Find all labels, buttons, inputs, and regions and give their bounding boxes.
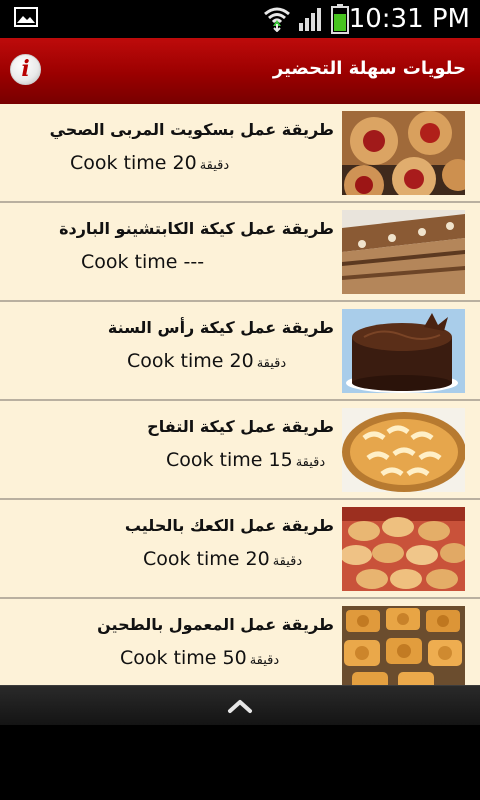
recipe-thumbnail-5 — [342, 507, 465, 591]
app-header: حلويات سهلة التحضير i — [0, 38, 480, 104]
recipe-row-6[interactable]: طريقة عمل المعمول بالطحين Cook time 50 دق… — [0, 599, 480, 685]
cook-time-label-3: Cook time 20 — [127, 350, 254, 372]
cook-time-label-5: Cook time 20 — [143, 548, 270, 570]
cook-time-label-1: Cook time 20 — [70, 152, 197, 174]
recipe-cook-time-1: Cook time 20 دقيقة — [70, 150, 229, 179]
info-button[interactable]: i — [10, 54, 41, 85]
chevron-up-icon — [228, 700, 252, 713]
recipe-row-4[interactable]: طريقة عمل كيكة التفاح Cook time 15 دقيقة — [0, 401, 480, 500]
recipe-thumbnail-6 — [342, 606, 465, 685]
cook-time-label-6: Cook time 50 — [120, 647, 247, 669]
recipe-thumbnail-1 — [342, 111, 465, 195]
cook-time-unit-4: دقيقة — [295, 455, 326, 470]
status-clock: 10:31 PM — [348, 4, 470, 34]
gallery-notification-icon — [14, 7, 38, 27]
cook-time-unit-1: دقيقة — [199, 158, 230, 173]
signal-icon — [299, 8, 321, 31]
cook-time-label-4: Cook time 15 — [166, 449, 293, 471]
recipe-cook-time-5: Cook time 20 دقيقة — [143, 546, 302, 575]
recipe-title-6: طريقة عمل المعمول بالطحين — [97, 615, 334, 634]
bottom-bar — [0, 685, 480, 725]
recipe-thumbnail-4 — [342, 408, 465, 492]
cook-time-label-2: Cook time --- — [81, 251, 205, 273]
recipe-row-1[interactable]: طريقة عمل بسكويت المربى الصحي Cook time … — [0, 104, 480, 203]
battery-icon — [331, 4, 349, 34]
recipe-cook-time-6: Cook time 50 دقيقة — [120, 645, 279, 674]
cook-time-unit-5: دقيقة — [272, 554, 303, 569]
cook-time-unit-3: دقيقة — [256, 356, 287, 371]
recipe-thumbnail-2 — [342, 210, 465, 294]
recipe-row-5[interactable]: طريقة عمل الكعك بالحليب Cook time 20 دقيق… — [0, 500, 480, 599]
scroll-top-button[interactable] — [225, 694, 255, 718]
recipe-title-4: طريقة عمل كيكة التفاح — [147, 417, 334, 436]
recipe-title-5: طريقة عمل الكعك بالحليب — [124, 516, 334, 535]
recipe-title-2: طريقة عمل كيكة الكابتشينو الباردة — [59, 219, 334, 238]
recipe-thumbnail-3 — [342, 309, 465, 393]
empty-area — [0, 725, 480, 800]
recipe-list[interactable]: طريقة عمل بسكويت المربى الصحي Cook time … — [0, 104, 480, 685]
cook-time-unit-6: دقيقة — [249, 653, 280, 668]
recipe-title-3: طريقة عمل كيكة رأس السنة — [107, 318, 334, 337]
info-icon: i — [21, 56, 30, 82]
recipe-row-2[interactable]: طريقة عمل كيكة الكابتشينو الباردة Cook t… — [0, 203, 480, 302]
recipe-title-1: طريقة عمل بسكويت المربى الصحي — [49, 120, 334, 139]
app-title: حلويات سهلة التحضير — [272, 58, 466, 79]
recipe-row-3[interactable]: طريقة عمل كيكة رأس السنة Cook time 20 دقي… — [0, 302, 480, 401]
wifi-icon — [264, 7, 290, 32]
status-bar: 10:31 PM — [0, 0, 480, 38]
recipe-cook-time-3: Cook time 20 دقيقة — [127, 348, 286, 377]
recipe-cook-time-4: Cook time 15 دقيقة — [166, 447, 325, 476]
recipe-cook-time-2: Cook time --- — [81, 249, 207, 278]
